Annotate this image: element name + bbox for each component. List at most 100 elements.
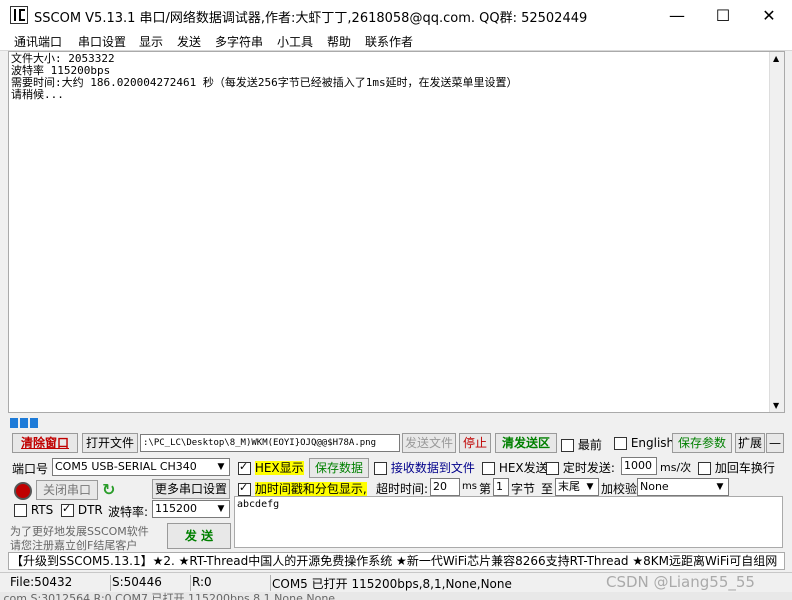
nth-input[interactable]: 1 (493, 478, 509, 496)
receive-line: 需要时间:大约 186.020004272461 秒（每发送256字节已经被插入… (11, 76, 518, 89)
hex-send-label: HEX发送 (498, 461, 548, 475)
status-file: File:50432 (8, 575, 111, 591)
byte-label: 字节 (511, 482, 536, 496)
topmost-checkbox[interactable]: 最前 (561, 436, 602, 453)
baud-select-value: 115200 (155, 502, 197, 515)
chevron-down-icon[interactable]: ▼ (214, 501, 228, 517)
dtr-label: DTR (77, 503, 103, 517)
save-params-button[interactable]: 保存参数 (672, 433, 732, 453)
checksum-select[interactable]: None ▼ (637, 478, 729, 496)
timeout-unit: ms (462, 481, 477, 492)
receive-line: 请稍候... (11, 88, 64, 101)
menu-multi-string[interactable]: 多字符串 (215, 33, 263, 50)
to-select[interactable]: 末尾 ▼ (555, 478, 599, 496)
rts-label: RTS (30, 503, 54, 517)
send-file-button[interactable]: 发送文件 (402, 433, 456, 453)
minimize-button[interactable]: — (654, 0, 700, 31)
menu-tools[interactable]: 小工具 (277, 33, 313, 50)
status-received: R:0 (190, 575, 271, 591)
send-progress-bar (8, 416, 785, 428)
window-title: SSCOM V5.13.1 串口/网络数据调试器,作者:大虾丁丁,2618058… (34, 11, 588, 26)
hex-send-checkbox[interactable]: HEX发送 (482, 459, 548, 476)
english-checkbox[interactable]: English (614, 436, 674, 450)
checksum-select-value: None (640, 480, 669, 493)
baud-label: 波特率: (108, 505, 149, 519)
menu-display[interactable]: 显示 (139, 33, 163, 50)
promo-line-2: 请您注册嘉立创F结尾客户 (10, 539, 138, 552)
to-label: 至 (541, 482, 554, 496)
checkbox-icon[interactable] (482, 462, 495, 475)
menu-port-settings[interactable]: 串口设置 (78, 33, 126, 50)
maximize-button[interactable]: ☐ (700, 0, 746, 31)
menu-bar: 通讯端口 串口设置 显示 发送 多字符串 小工具 帮助 联系作者 (0, 31, 792, 51)
checkbox-icon[interactable] (14, 504, 27, 517)
timed-send-label: 定时发送: (562, 461, 615, 475)
refresh-icon[interactable]: ↻ (102, 480, 120, 500)
file-path-input[interactable]: :\PC_LC\Desktop\8_M)WKM(EOYI}OJQ@@$H78A.… (140, 434, 400, 452)
chevron-down-icon[interactable]: ▼ (214, 459, 228, 475)
checkbox-icon[interactable] (374, 462, 387, 475)
topmost-label: 最前 (577, 438, 602, 452)
clear-window-button[interactable]: 清除窗口 (12, 433, 78, 453)
add-crlf-label: 加回车换行 (714, 461, 775, 475)
close-port-button[interactable]: 关闭串口 (36, 480, 98, 500)
status-port-info: COM5 已打开 115200bps,8,1,None,None (272, 577, 512, 591)
english-label: English (630, 436, 675, 450)
checkbox-icon[interactable] (238, 481, 251, 496)
close-button[interactable]: ✕ (746, 0, 792, 31)
scroll-up-icon[interactable]: ▲ (773, 54, 779, 63)
port-select[interactable]: COM5 USB-SERIAL CH340 ▼ (52, 458, 230, 476)
timestamp-checkbox[interactable]: 加时间戳和分包显示, (238, 480, 367, 497)
checksum-label: 加校验 (601, 482, 638, 496)
stop-button[interactable]: 停止 (459, 433, 491, 453)
chevron-down-icon[interactable]: ▼ (713, 479, 727, 495)
hex-display-label: HEX显示 (254, 461, 304, 475)
port-status-icon (14, 482, 32, 500)
port-select-value: COM5 USB-SERIAL CH340 (55, 460, 197, 473)
receive-scrollbar[interactable]: ▲ ▼ (769, 52, 784, 412)
to-select-value: 末尾 (558, 480, 580, 493)
menu-help[interactable]: 帮助 (327, 33, 351, 50)
interval-unit: ms/次 (660, 461, 692, 474)
dtr-checkbox[interactable]: DTR (61, 502, 103, 517)
status-sent: S:50446 (110, 575, 191, 591)
baud-select[interactable]: 115200 ▼ (152, 500, 230, 518)
checkbox-icon[interactable] (546, 462, 559, 475)
chevron-down-icon[interactable]: ▼ (583, 479, 597, 495)
timed-send-checkbox[interactable]: 定时发送: (546, 459, 615, 476)
title-bar: SSCOM V5.13.1 串口/网络数据调试器,作者:大虾丁丁,2618058… (0, 0, 792, 31)
checkbox-icon[interactable] (61, 502, 74, 517)
interval-input[interactable]: 1000 (621, 457, 657, 475)
port-label: 端口号 (12, 462, 49, 476)
receive-line: 文件大小: 2053322 (11, 52, 115, 65)
timeout-label: 超时时间: (376, 482, 429, 496)
save-data-button[interactable]: 保存数据 (309, 458, 369, 478)
hex-display-checkbox[interactable]: HEX显示 (238, 459, 304, 476)
recv-to-file-label: 接收数据到文件 (390, 461, 475, 475)
expand-button[interactable]: 扩展 (735, 433, 765, 453)
menu-comm-port[interactable]: 通讯端口 (14, 33, 62, 50)
timeout-input[interactable]: 20 (430, 478, 460, 496)
send-text-area[interactable]: abcdefg (234, 496, 783, 548)
scroll-down-icon[interactable]: ▼ (773, 401, 779, 410)
nth-label: 第 (479, 482, 492, 496)
checkbox-icon[interactable] (561, 439, 574, 452)
send-button[interactable]: 发 送 (167, 523, 231, 549)
menu-send[interactable]: 发送 (177, 33, 201, 50)
recv-to-file-checkbox[interactable]: 接收数据到文件 (374, 459, 475, 476)
promo-marquee[interactable]: 【升级到SSCOM5.13.1】★2. ★RT-Thread中国人的开源免费操作… (8, 552, 785, 570)
checkbox-icon[interactable] (614, 437, 627, 450)
clear-send-button[interactable]: 清发送区 (495, 433, 557, 453)
checkbox-icon[interactable] (698, 462, 711, 475)
watermark: CSDN @Liang55_55 (606, 573, 755, 591)
receive-area[interactable]: 文件大小: 2053322 波特率 115200bps 需要时间:大约 186.… (8, 51, 785, 413)
progress-fill (10, 417, 40, 428)
checkbox-icon[interactable] (238, 460, 251, 475)
collapse-button[interactable]: — (766, 433, 784, 453)
open-file-button[interactable]: 打开文件 (82, 433, 138, 453)
rts-checkbox[interactable]: RTS (14, 503, 53, 517)
more-port-settings-button[interactable]: 更多串口设置 (152, 479, 230, 499)
add-crlf-checkbox[interactable]: 加回车换行 (698, 459, 775, 476)
status-bar: File:50432 S:50446 R:0 COM5 已打开 115200bp… (0, 572, 792, 592)
menu-contact[interactable]: 联系作者 (365, 33, 413, 50)
